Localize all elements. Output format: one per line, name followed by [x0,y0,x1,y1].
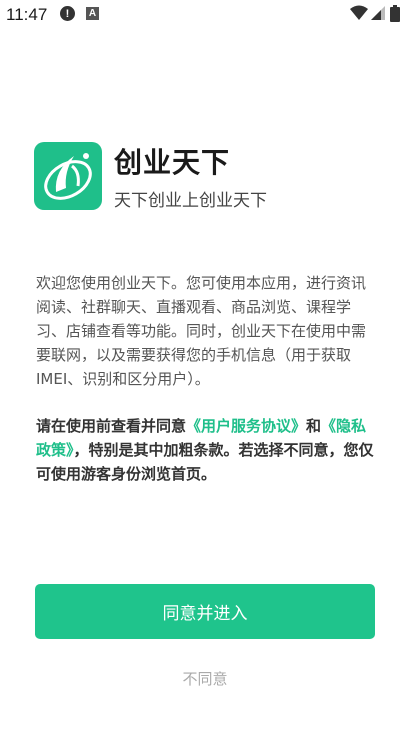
status-time: 11:47 [6,5,48,24]
a-notification-icon: A [86,7,99,20]
app-slogan: 天下创业上创业天下 [114,191,267,211]
status-bar: 11:47 ! A [0,0,410,30]
battery-icon [390,5,400,22]
disagree-button[interactable]: 不同意 [0,668,410,689]
agreement-prefix: 请在使用前查看并同意 [36,417,187,435]
app-logo-icon [34,142,102,210]
intro-text: 欢迎您使用创业天下。您可使用本应用，进行资讯阅读、社群聊天、直播观看、商品浏览、… [36,274,367,388]
signal-icon [371,6,385,20]
agreement-text: 请在使用前查看并同意《用户服务协议》和《隐私政策》，特别是其中加粗条款。若选择不… [36,414,376,486]
agree-button[interactable]: 同意并进入 [35,584,375,639]
app-name: 创业天下 [114,146,231,179]
agreement-suffix: ，特别是其中加粗条款。若选择不同意，您仅可使用游客身份浏览首页。 [36,441,374,483]
alert-icon: ! [60,6,75,21]
wifi-icon [350,5,368,20]
agreement-and: 和 [306,417,322,435]
user-agreement-link[interactable]: 《用户服务协议》 [186,417,306,435]
